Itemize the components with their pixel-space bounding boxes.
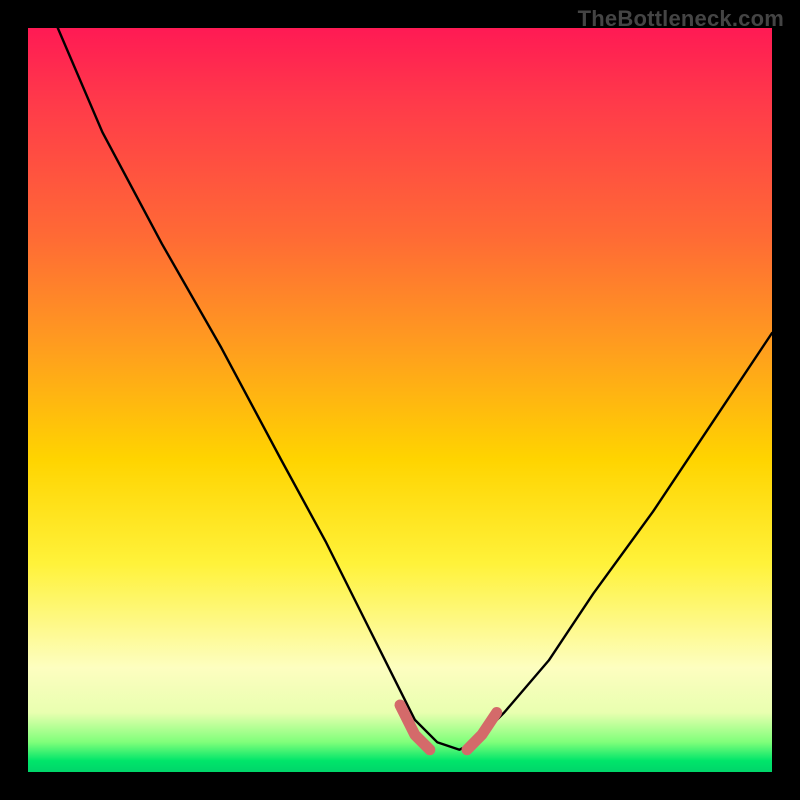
plot-area [28, 28, 772, 772]
watermark-text: TheBottleneck.com [578, 6, 784, 32]
curve-layer [28, 28, 772, 772]
left-trough-marker [400, 705, 430, 750]
right-trough-marker [467, 713, 497, 750]
chart-stage: TheBottleneck.com [0, 0, 800, 800]
bottleneck-curve [58, 28, 772, 750]
